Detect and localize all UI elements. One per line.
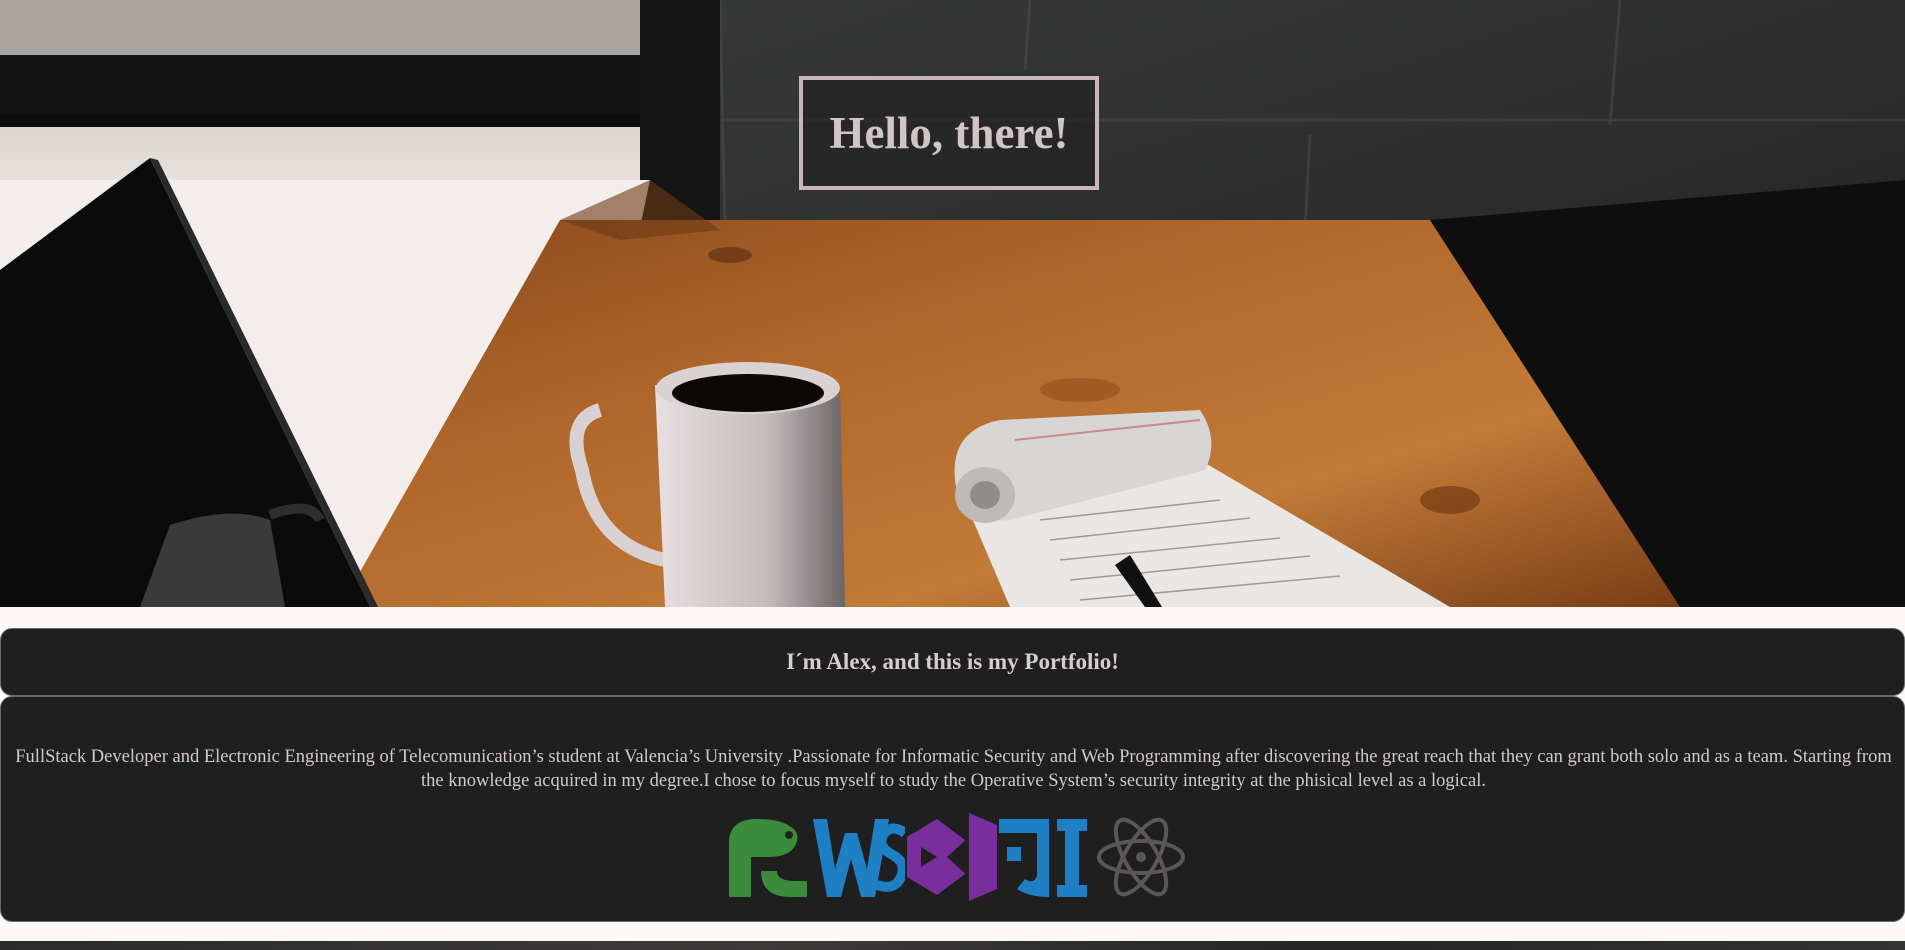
tool-logos xyxy=(721,813,1186,901)
hero-title: Hello, there! xyxy=(829,108,1069,158)
about-panel: FullStack Developer and Electronic Engin… xyxy=(0,696,1905,922)
intro-heading: I´m Alex, and this is my Portfolio! xyxy=(786,649,1119,674)
visual-studio-icon xyxy=(907,813,997,901)
hero-banner: Hello, there! xyxy=(0,0,1905,607)
about-description: FullStack Developer and Electronic Engin… xyxy=(15,747,1892,791)
webstorm-icon xyxy=(813,819,905,897)
intro-heading-panel: I´m Alex, and this is my Portfolio! xyxy=(0,628,1905,696)
next-section-edge xyxy=(0,941,1905,950)
intellij-icon xyxy=(999,819,1087,897)
pycharm-icon xyxy=(729,819,807,897)
atom-icon xyxy=(1097,817,1185,897)
hero-title-box: Hello, there! xyxy=(799,76,1099,190)
